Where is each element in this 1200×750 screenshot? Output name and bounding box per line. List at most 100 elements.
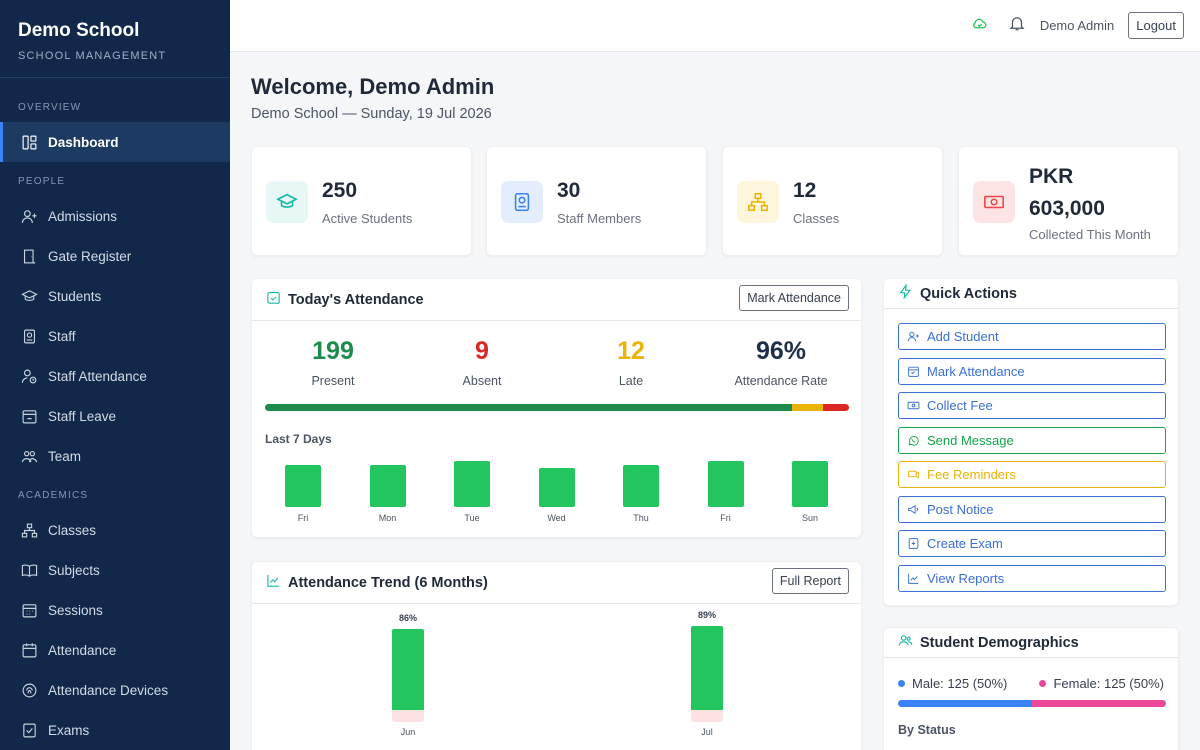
stat-label: Collected This Month: [1029, 227, 1151, 242]
rate-label: Attendance Rate: [734, 374, 828, 388]
sidebar-item-attendance[interactable]: Attendance: [0, 630, 230, 670]
female-label: Female: 125 (50%): [1053, 676, 1164, 691]
gender-split-bar: [898, 700, 1166, 707]
brand-title: Demo School: [18, 20, 140, 41]
sidebar-item-label: Students: [48, 288, 102, 304]
absent-label: Absent: [462, 374, 502, 388]
quick-action-fee-reminders-button[interactable]: Fee Reminders: [898, 461, 1166, 488]
sidebar-item-attendance-devices[interactable]: Attendance Devices: [0, 670, 230, 710]
sidebar-item-label: Sessions: [48, 602, 103, 618]
sidebar-item-students[interactable]: Students: [0, 276, 230, 316]
sidebar-item-admissions[interactable]: Admissions: [0, 196, 230, 236]
quick-action-label: Post Notice: [927, 501, 994, 517]
female-legend: Female: 125 (50%): [1039, 676, 1164, 691]
sidebar-item-staff-leave[interactable]: Staff Leave: [0, 396, 230, 436]
day-label: Fri: [297, 513, 309, 523]
cloud-sync-icon[interactable]: [971, 15, 988, 37]
main-content: Welcome, Demo Admin Demo School — Sunday…: [230, 53, 1200, 750]
sidebar-item-label: Dashboard: [48, 134, 119, 150]
megaphone-icon: [907, 503, 927, 516]
sidebar-item-label: Classes: [48, 522, 97, 538]
quick-action-collect-fee-button[interactable]: Collect Fee: [898, 392, 1166, 419]
sidebar-item-staff[interactable]: Staff: [0, 316, 230, 356]
hierarchy-icon: [737, 181, 779, 223]
calendar-minus-icon: [20, 407, 38, 425]
day-column: Fri: [701, 461, 751, 523]
gate-icon: [20, 247, 38, 265]
sidebar-item-dashboard[interactable]: Dashboard: [0, 122, 230, 162]
nav-section-academics: ACADEMICS: [18, 490, 89, 501]
sidebar-item-label: Attendance Devices: [48, 682, 169, 698]
quick-action-label: Fee Reminders: [927, 467, 1016, 482]
stat-value-amount: 603,000: [1029, 197, 1105, 220]
add-user-icon: [20, 207, 38, 225]
quick-action-create-exam-button[interactable]: Create Exam: [898, 530, 1166, 557]
progress-late: [792, 404, 823, 411]
sidebar: Demo School SCHOOL MANAGEMENT OVERVIEW D…: [0, 0, 230, 750]
quick-action-label: Create Exam: [927, 536, 1003, 551]
card-title: Student Demographics: [920, 634, 1079, 651]
mark-attendance-button[interactable]: Mark Attendance: [739, 285, 849, 311]
cash-icon: [907, 399, 927, 412]
stat-card-students: 250 Active Students: [251, 146, 472, 256]
sidebar-item-staff-attendance[interactable]: Staff Attendance: [0, 356, 230, 396]
female-dot: [1039, 680, 1047, 687]
sidebar-item-label: Exams: [48, 722, 90, 738]
dashboard-icon: [20, 133, 38, 151]
day-bar: [285, 465, 321, 507]
brand: Demo School SCHOOL MANAGEMENT: [0, 0, 230, 78]
sidebar-item-classes[interactable]: Classes: [0, 510, 230, 550]
day-label: Wed: [547, 513, 566, 523]
stat-value: PKR 603,000: [1029, 161, 1105, 225]
male-dot: [898, 680, 905, 687]
full-report-button[interactable]: Full Report: [771, 568, 849, 594]
sidebar-item-label: Admissions: [48, 208, 118, 224]
attendance-card: Today's Attendance Mark Attendance 199 P…: [251, 278, 862, 538]
day-label: Mon: [378, 513, 397, 523]
sidebar-item-label: Staff: [48, 328, 76, 344]
sidebar-item-label: Attendance: [48, 642, 117, 658]
sidebar-item-gate-register[interactable]: Gate Register: [0, 236, 230, 276]
trend-bar-absent: [691, 710, 723, 722]
book-icon: [20, 561, 38, 579]
sidebar-item-label: Gate Register: [48, 248, 132, 264]
late-metric: 12 Late: [561, 337, 701, 388]
sidebar-item-exams[interactable]: Exams: [0, 710, 230, 750]
quick-action-add-student-button[interactable]: Add Student: [898, 323, 1166, 350]
exam-icon: [907, 537, 927, 550]
money-icon: [973, 181, 1015, 223]
sidebar-item-subjects[interactable]: Subjects: [0, 550, 230, 590]
calendar-grid-icon: [20, 601, 38, 619]
day-bar: [623, 465, 659, 507]
quick-action-label: Send Message: [927, 432, 1014, 448]
page-title: Welcome, Demo Admin: [251, 74, 495, 99]
female-bar: [1032, 700, 1166, 707]
quick-action-post-notice-button[interactable]: Post Notice: [898, 495, 1166, 523]
absent-metric: 9 Absent: [412, 337, 552, 388]
quick-action-label: Collect Fee: [927, 398, 993, 413]
calendar-icon: [907, 365, 927, 378]
progress-absent: [822, 404, 849, 411]
sidebar-item-sessions[interactable]: Sessions: [0, 590, 230, 630]
day-label: Thu: [633, 513, 649, 523]
day-bar: [369, 465, 406, 507]
user-name[interactable]: Demo Admin: [1040, 18, 1114, 33]
sidebar-item-team[interactable]: Team: [0, 436, 230, 476]
sidebar-item-label: Subjects: [48, 562, 100, 578]
sidebar-item-label: Staff Leave: [48, 408, 117, 424]
attendance-progress-bar: [265, 404, 849, 411]
calendar-check-icon: [266, 290, 281, 310]
stat-card-fees: PKR 603,000 Collected This Month: [958, 146, 1179, 256]
trend-value-label: 89%: [697, 610, 716, 620]
bell-icon[interactable]: [1008, 14, 1026, 37]
reminder-icon: [907, 468, 927, 481]
stat-label: Classes: [793, 211, 840, 226]
progress-present: [265, 404, 793, 411]
trend-bar: [691, 626, 723, 710]
logout-button[interactable]: Logout: [1128, 12, 1184, 39]
quick-action-mark-attendance-button[interactable]: Mark Attendance: [898, 357, 1166, 385]
quick-action-view-reports-button[interactable]: View Reports: [898, 564, 1166, 592]
stat-value: 12: [793, 179, 817, 202]
day-label: Tue: [464, 513, 480, 523]
quick-action-send-message-button[interactable]: Send Message: [898, 426, 1166, 454]
